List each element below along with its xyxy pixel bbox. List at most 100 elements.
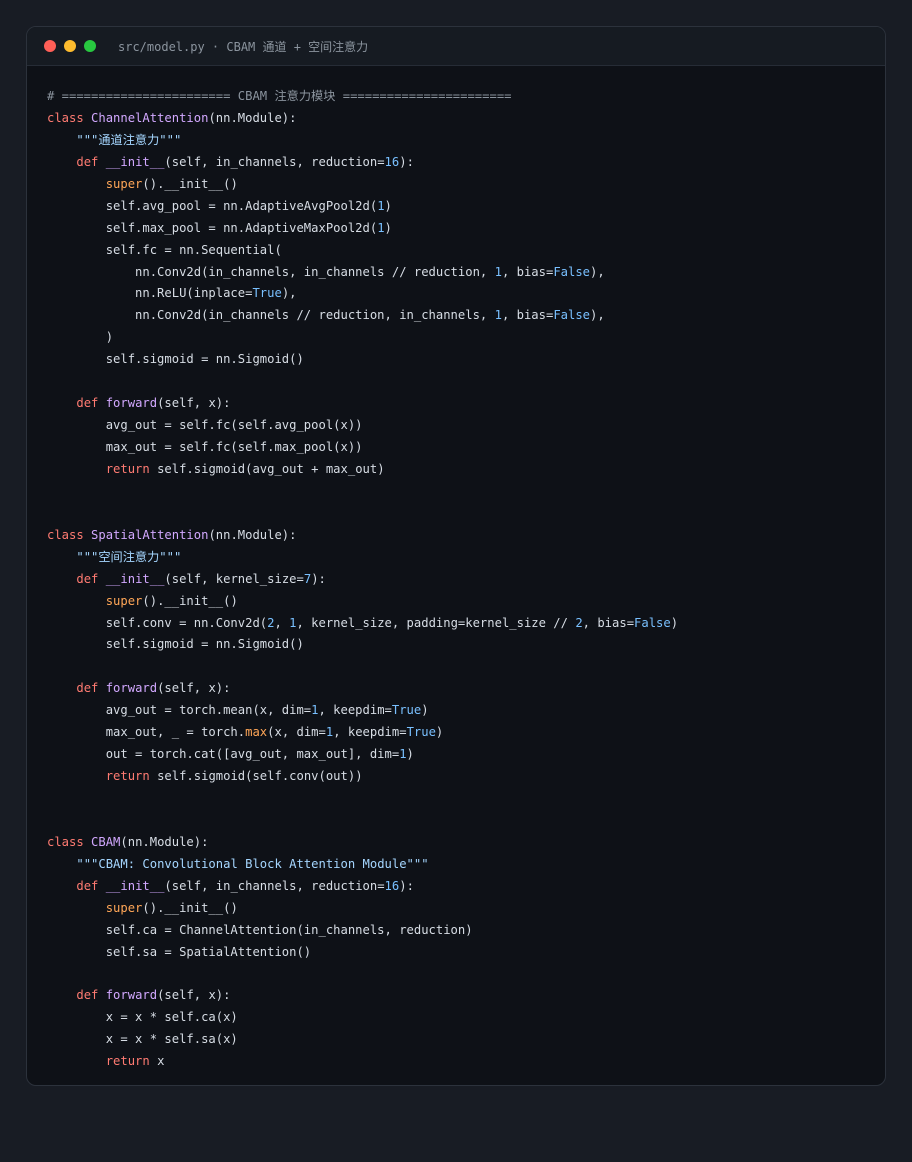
code-token: SpatialAttention xyxy=(91,527,209,542)
code-token: super xyxy=(105,176,143,191)
code-token: 1 xyxy=(399,747,407,762)
code-token: self.ca = ChannelAttention(in_channels, … xyxy=(47,922,473,937)
code-line: nn.ReLU(inplace=True), xyxy=(47,283,885,305)
code-token: ().__init__() xyxy=(142,176,238,191)
code-line: self.sigmoid = nn.Sigmoid() xyxy=(47,349,885,371)
code-token: 1 xyxy=(311,703,319,718)
code-token: nn.Conv2d(in_channels, in_channels // re… xyxy=(47,264,495,279)
code-line: # ======================= CBAM 注意力模块 ===… xyxy=(47,86,885,108)
code-token: return xyxy=(105,461,158,476)
code-block[interactable]: # ======================= CBAM 注意力模块 ===… xyxy=(27,66,885,1073)
code-token: 2 xyxy=(575,615,583,630)
code-token: ): xyxy=(399,154,414,169)
code-token: False xyxy=(553,308,590,323)
code-line: x = x * self.sa(x) xyxy=(47,1029,885,1051)
code-token: 1 xyxy=(494,308,502,323)
code-token: self.sigmoid = nn.Sigmoid() xyxy=(47,637,304,652)
code-token: __init__ xyxy=(105,878,165,893)
code-line: x = x * self.ca(x) xyxy=(47,1007,885,1029)
code-token: ) xyxy=(384,220,392,235)
code-token: 1 xyxy=(377,220,385,235)
code-token: 1 xyxy=(289,615,297,630)
code-line: return self.sigmoid(avg_out + max_out) xyxy=(47,459,885,481)
code-token: , kernel_size, padding=kernel_size // xyxy=(296,615,576,630)
code-token: ), xyxy=(590,308,605,323)
code-token: class xyxy=(47,834,92,849)
code-token: forward xyxy=(105,988,158,1003)
code-token: CBAM xyxy=(91,834,121,849)
code-line: self.sigmoid = nn.Sigmoid() xyxy=(47,634,885,656)
code-token: return xyxy=(105,1054,158,1069)
code-line: self.conv = nn.Conv2d(2, 1, kernel_size,… xyxy=(47,613,885,635)
zoom-window-button[interactable] xyxy=(84,40,96,52)
code-token: ().__init__() xyxy=(142,593,238,608)
code-token: def xyxy=(76,988,106,1003)
code-token: (self, x): xyxy=(157,396,231,411)
code-token: 16 xyxy=(384,878,400,893)
code-token: max_out, _ = torch. xyxy=(47,725,246,740)
code-token: ) xyxy=(384,198,392,213)
code-token: """空间注意力""" xyxy=(76,549,182,564)
code-token: def xyxy=(76,571,106,586)
code-token: # ======================= CBAM 注意力模块 ===… xyxy=(47,89,512,103)
code-line: self.ca = ChannelAttention(in_channels, … xyxy=(47,920,885,942)
code-line: """通道注意力""" xyxy=(47,130,885,152)
code-token: True xyxy=(391,703,422,718)
code-line: """空间注意力""" xyxy=(47,547,885,569)
code-token: super xyxy=(105,593,143,608)
code-token: max xyxy=(245,725,268,740)
code-window: src/model.py · CBAM 通道 + 空间注意力 # =======… xyxy=(26,26,886,1086)
code-token: def xyxy=(76,681,106,696)
code-token: self.avg_pool = nn.AdaptiveAvgPool2d( xyxy=(47,198,378,213)
code-token: False xyxy=(634,615,671,630)
code-line: self.fc = nn.Sequential( xyxy=(47,240,885,262)
minimize-window-button[interactable] xyxy=(64,40,76,52)
code-token: return xyxy=(105,769,158,784)
code-line: def forward(self, x): xyxy=(47,393,885,415)
code-token: ) xyxy=(47,330,114,345)
code-token: def xyxy=(76,154,106,169)
code-line: return self.sigmoid(self.conv(out)) xyxy=(47,766,885,788)
code-token: , bias= xyxy=(501,308,554,323)
code-token: def xyxy=(76,396,106,411)
code-line: return x xyxy=(47,1051,885,1073)
code-token: (nn.Module): xyxy=(208,527,297,542)
code-token: False xyxy=(553,264,590,279)
code-token: , bias= xyxy=(582,615,635,630)
window-titlebar: src/model.py · CBAM 通道 + 空间注意力 xyxy=(27,27,885,66)
code-token: 1 xyxy=(377,198,385,213)
code-line: self.max_pool = nn.AdaptiveMaxPool2d(1) xyxy=(47,218,885,240)
close-window-button[interactable] xyxy=(44,40,56,52)
code-token: class xyxy=(47,110,92,125)
code-token: (self, x): xyxy=(157,681,231,696)
code-token: ), xyxy=(590,264,605,279)
code-line: super().__init__() xyxy=(47,174,885,196)
code-token: out = torch.cat([avg_out, max_out], dim= xyxy=(47,747,400,762)
code-line: class ChannelAttention(nn.Module): xyxy=(47,108,885,130)
code-token: ChannelAttention xyxy=(91,110,209,125)
code-line: super().__init__() xyxy=(47,898,885,920)
code-token: 16 xyxy=(384,154,400,169)
code-line: out = torch.cat([avg_out, max_out], dim=… xyxy=(47,744,885,766)
code-token: , keepdim= xyxy=(318,703,392,718)
code-line: ) xyxy=(47,327,885,349)
code-token: x xyxy=(157,1054,165,1069)
code-token: ) xyxy=(406,747,414,762)
code-token: self.conv = nn.Conv2d( xyxy=(47,615,268,630)
code-token: def xyxy=(76,878,106,893)
code-token: class xyxy=(47,527,92,542)
code-token: (self, in_channels, reduction= xyxy=(164,154,385,169)
code-token: ): xyxy=(311,571,326,586)
code-token: ) xyxy=(421,703,429,718)
code-line: avg_out = self.fc(self.avg_pool(x)) xyxy=(47,415,885,437)
code-token: x = x * self.sa(x) xyxy=(47,1032,238,1047)
